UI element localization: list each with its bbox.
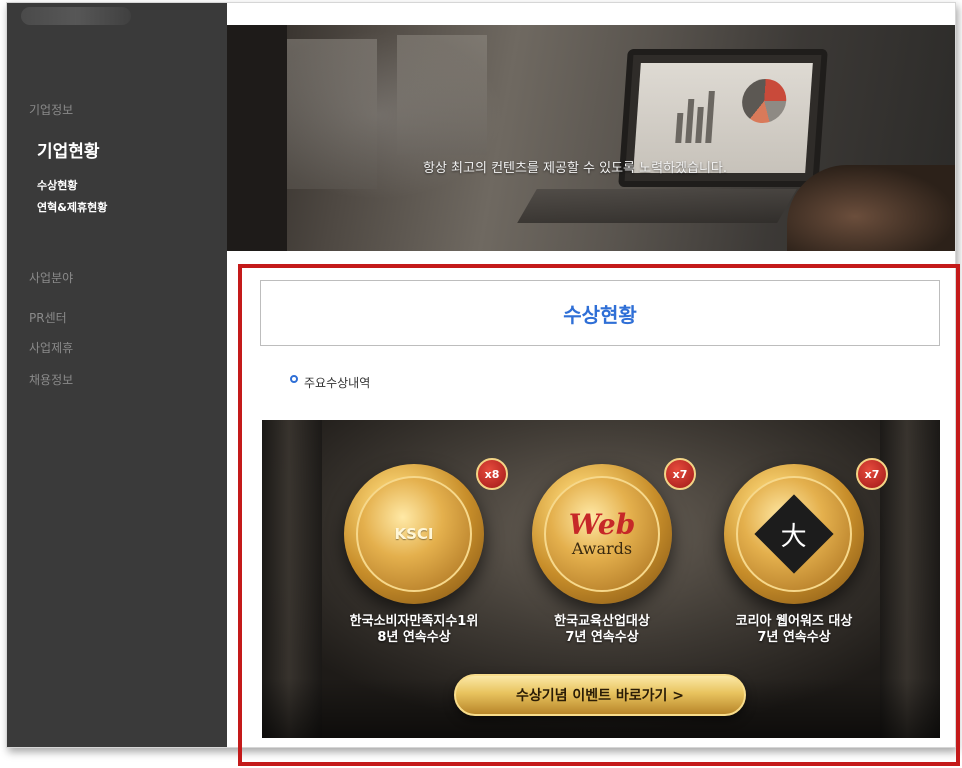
award-label-3-line1: 코리아 웹어워즈 대상 [735,614,853,629]
web-awards-emblem: Web Awards [568,507,636,558]
award-label-2-line2: 7년 연속수상 [565,630,639,645]
sidebar-item-business[interactable]: 사업분야 [29,269,73,286]
hero-background-window-2 [397,35,487,155]
bullet-circle-icon [290,374,298,383]
award-label-1: 한국소비자만족지수1위 8년 연속수상 [324,614,504,646]
sidebar-item-partnership[interactable]: 사업제휴 [29,339,73,356]
hero-person-silhouette [227,25,287,251]
award-label-3: 코리아 웹어워즈 대상 7년 연속수상 [704,614,884,646]
sidebar-item-history[interactable]: 연혁&제휴현황 [37,199,107,215]
award-label-2-line1: 한국교육산업대상 [554,614,650,629]
hero-hand-image [787,165,955,251]
web-awards-medal: Web Awards [532,464,672,604]
screen-chart-bar [705,91,715,143]
web-awards-emblem-bottom: Awards [571,538,633,558]
grand-prize-emblem: 大 [754,494,834,574]
web-awards-medal-face: Web Awards [544,476,660,592]
hero-banner: 항상 최고의 컨텐츠를 제공할 수 있도록 노력하겠습니다. [227,25,955,251]
section-title-box: 수상현황 [260,280,940,346]
award-count-badge: x7 [856,458,888,490]
screen-pie-chart [740,79,788,123]
subsection-label: 주요수상내역 [304,376,371,390]
hero-tagline: 항상 최고의 컨텐츠를 제공할 수 있도록 노력하겠습니다. [423,161,728,176]
award-event-button[interactable]: 수상기념 이벤트 바로가기 > [454,674,746,716]
award-count-badge: x8 [476,458,508,490]
sidebar-item-awards[interactable]: 수상현황 [37,177,77,193]
grand-prize-character: 大 [780,521,808,552]
sidebar-section-label[interactable]: 기업정보 [29,101,73,118]
award-label-1-line1: 한국소비자만족지수1위 [349,614,479,629]
page: 기업정보 기업현황 수상현황 연혁&제휴현황 사업분야 PR센터 사업제휴 채용… [0,0,962,768]
screen-chart-bar [675,113,684,143]
ksci-emblem: KSCI [394,525,434,543]
sidebar-item-recruit[interactable]: 채용정보 [29,371,73,388]
subsection-heading: 주요수상내역 [290,374,370,391]
sidebar-title[interactable]: 기업현황 [37,137,100,162]
screen-chart-bar [695,107,704,143]
grand-prize-medal: 大 [724,464,864,604]
awards-panel: KSCI x8 한국소비자만족지수1위 8년 연속수상 Web Awards x… [262,420,940,738]
sidebar: 기업정보 기업현황 수상현황 연혁&제휴현황 사업분야 PR센터 사업제휴 채용… [7,3,227,747]
ksci-medal-face: KSCI [356,476,472,592]
award-label-3-line2: 7년 연속수상 [757,630,831,645]
screen-chart-bar [685,99,695,143]
award-count-badge: x7 [664,458,696,490]
web-awards-emblem-top: Web [568,507,636,541]
section-title: 수상현황 [563,302,637,327]
site-logo[interactable] [21,7,131,25]
award-label-2: 한국교육산업대상 7년 연속수상 [512,614,692,646]
award-label-1-line2: 8년 연속수상 [377,630,451,645]
grand-prize-medal-face: 大 [736,476,852,592]
ksci-medal: KSCI [344,464,484,604]
hero-keyboard [517,189,797,223]
sidebar-item-pr-center[interactable]: PR센터 [29,309,67,326]
